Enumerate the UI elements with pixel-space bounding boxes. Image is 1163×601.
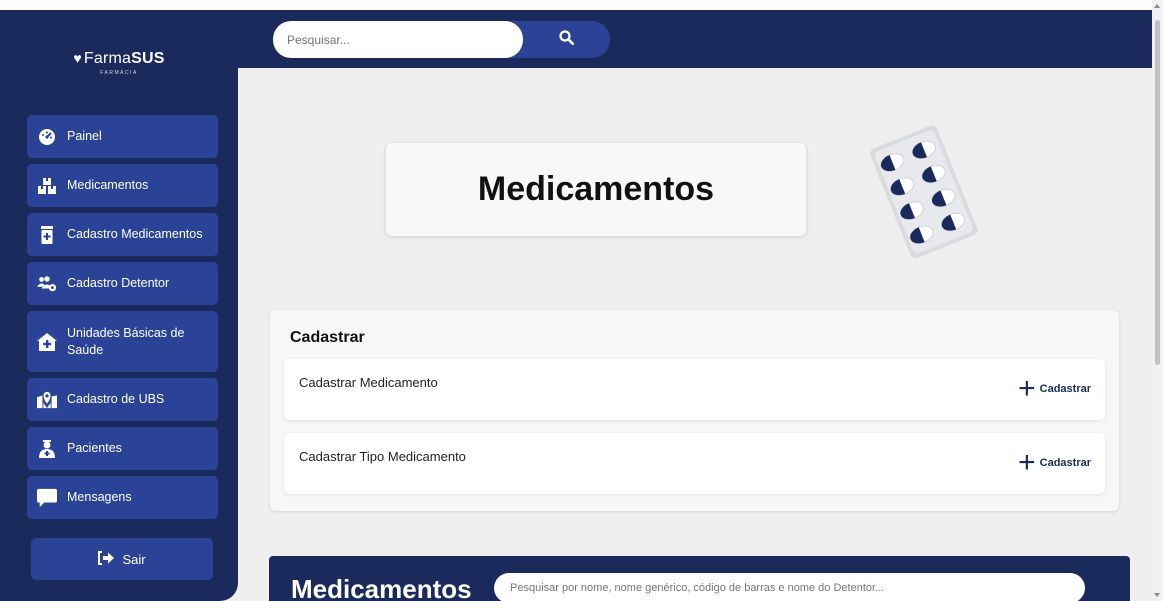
sidebar-item-mensagens[interactable]: Mensagens: [27, 476, 218, 519]
page-title-card: Medicamentos: [386, 143, 806, 236]
sidebar-item-label: Unidades Básicas de Saúde: [67, 325, 185, 357]
dashboard-icon: [37, 127, 57, 147]
cadastrar-row-medicamento: Cadastrar Medicamento + Cadastrar: [284, 359, 1105, 420]
list-section-title: Medicamentos: [291, 574, 472, 601]
sidebar-item-label: Medicamentos: [67, 178, 149, 192]
user-doctor-icon: [37, 439, 57, 459]
sidebar-item-cadastro-detentor[interactable]: Cadastro Detentor: [27, 262, 218, 305]
page-title: Medicamentos: [477, 170, 715, 208]
sidebar-item-cadastro-medicamentos[interactable]: Cadastro Medicamentos: [27, 213, 218, 256]
medicamentos-search-input[interactable]: [494, 573, 1085, 601]
sidebar-item-label: Cadastro Medicamentos: [67, 227, 203, 241]
pill-blister-illustration: [866, 122, 986, 262]
sidebar-item-label: Painel: [67, 129, 102, 143]
message-icon: [37, 488, 57, 508]
app-logo[interactable]: ♥ FarmaSUS FARMÁCIA: [0, 50, 238, 76]
top-header: [238, 10, 1152, 68]
cadastrar-button-label: Cadastrar: [1039, 383, 1091, 395]
brand-name-bold: SUS: [131, 50, 165, 67]
scroll-up-arrow-icon[interactable]: [1154, 4, 1160, 8]
sidebar-item-label: Cadastro de UBS: [67, 392, 165, 406]
sidebar-item-painel[interactable]: Painel: [27, 115, 218, 158]
search-input[interactable]: [273, 21, 523, 58]
sidebar-item-label: Cadastro Detentor: [67, 276, 170, 290]
header-search: [273, 21, 610, 58]
cadastrar-medicamento-button[interactable]: + Cadastrar: [1018, 372, 1091, 405]
brand-subtitle: FARMÁCIA: [100, 70, 138, 76]
plus-icon: +: [1018, 446, 1036, 479]
logout-label: Sair: [122, 551, 146, 567]
cadastrar-row-tipo-medicamento: Cadastrar Tipo Medicamento + Cadastrar: [284, 433, 1105, 494]
sidebar-item-cadastro-ubs[interactable]: Cadastro de UBS: [27, 378, 218, 421]
sidebar-nav: Painel Medicamentos Cadastro Medicamento…: [27, 115, 218, 525]
sign-out-icon: [98, 550, 115, 568]
medicine-bottle-icon: [37, 225, 57, 245]
cadastrar-button-label: Cadastrar: [1039, 457, 1091, 469]
sidebar-item-medicamentos[interactable]: Medicamentos: [27, 164, 218, 207]
sidebar-item-pacientes[interactable]: Pacientes: [27, 427, 218, 470]
cadastrar-tipo-medicamento-button[interactable]: + Cadastrar: [1018, 446, 1091, 479]
cadastrar-title: Cadastrar: [290, 329, 365, 346]
brand-name: ♥ FarmaSUS: [0, 50, 238, 68]
sidebar-item-label: Pacientes: [67, 441, 122, 455]
search-icon: [558, 29, 574, 50]
window-top-strip: [0, 0, 1163, 10]
plus-icon: +: [1018, 372, 1036, 405]
sidebar-item-label: Mensagens: [67, 490, 132, 504]
scrollbar-thumb[interactable]: [1155, 20, 1160, 365]
house-medical-icon: [37, 332, 57, 352]
boxes-icon: [37, 176, 57, 196]
medicamentos-list-section: Medicamentos: [269, 556, 1130, 601]
row-label: Cadastrar Tipo Medicamento: [299, 449, 466, 464]
brand-name-light: Farma: [83, 50, 132, 67]
logout-button[interactable]: Sair: [31, 538, 213, 580]
sidebar-item-unidades-basicas[interactable]: Unidades Básicas de Saúde: [27, 311, 218, 372]
users-gear-icon: [37, 274, 57, 294]
row-label: Cadastrar Medicamento: [299, 375, 438, 390]
page-scrollbar[interactable]: [1152, 0, 1163, 601]
heart-icon: ♥: [73, 50, 82, 66]
cadastrar-panel: Cadastrar Cadastrar Medicamento + Cadast…: [270, 310, 1119, 511]
map-location-icon: [37, 390, 57, 410]
sidebar: ♥ FarmaSUS FARMÁCIA Painel Medicamentos C…: [0, 10, 238, 601]
scroll-down-arrow-icon[interactable]: [1154, 593, 1160, 597]
